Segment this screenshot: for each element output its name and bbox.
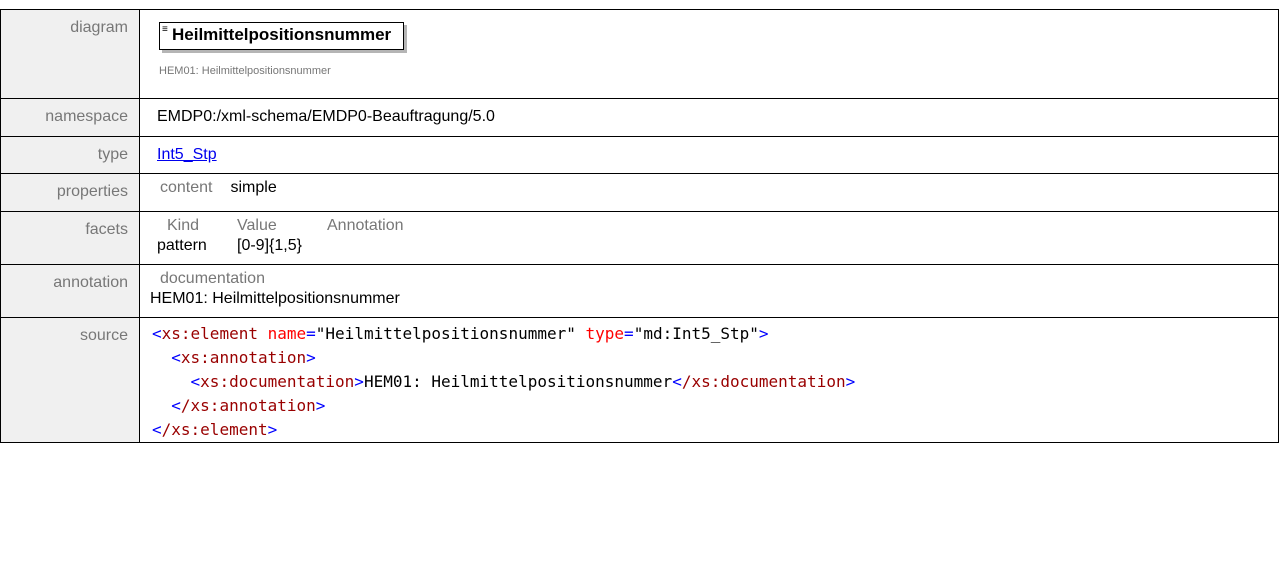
type-link[interactable]: Int5_Stp bbox=[157, 146, 217, 163]
row-label: facets bbox=[0, 211, 140, 265]
namespace-value: EMDP0:/xml-schema/EMDP0-Beauftragung/5.0 bbox=[139, 98, 1279, 137]
row-label: properties bbox=[0, 173, 140, 212]
row-facets: facets Kind Value Annotation pattern [0-… bbox=[0, 211, 1279, 265]
xml-source-code: <xs:element name="Heilmittelpositionsnum… bbox=[152, 322, 1278, 442]
facets-grid: Kind Value Annotation pattern [0-9]{1,5} bbox=[157, 216, 1278, 256]
row-properties: properties content simple bbox=[0, 173, 1279, 212]
facet-annotation bbox=[327, 236, 404, 256]
facet-header-annotation: Annotation bbox=[327, 217, 404, 234]
element-properties-table: diagram ≡ Heilmittelpositionsnummer HEM0… bbox=[0, 9, 1279, 443]
row-label: diagram bbox=[0, 9, 140, 99]
properties-grid: content simple bbox=[150, 178, 1278, 198]
row-label: annotation bbox=[0, 264, 140, 318]
property-value: simple bbox=[230, 179, 277, 196]
annotation-header: documentation bbox=[160, 270, 265, 287]
row-label: namespace bbox=[0, 98, 140, 137]
facets-cell: Kind Value Annotation pattern [0-9]{1,5} bbox=[139, 211, 1279, 265]
source-line-5: </xs:element> bbox=[152, 420, 278, 439]
facet-header-kind: Kind bbox=[167, 217, 200, 234]
facet-value: [0-9]{1,5} bbox=[237, 237, 302, 254]
annotation-cell: documentation HEM01: Heilmittelpositions… bbox=[139, 264, 1279, 318]
property-key: content bbox=[160, 179, 213, 196]
type-cell: Int5_Stp bbox=[139, 136, 1279, 174]
diagram-element-name: Heilmittelpositionsnummer bbox=[172, 25, 392, 44]
source-line-2: <xs:annotation> bbox=[171, 348, 316, 367]
element-diagram-box[interactable]: ≡ Heilmittelpositionsnummer bbox=[159, 22, 405, 50]
annotation-text: HEM01: Heilmittelpositionsnummer bbox=[150, 290, 400, 307]
row-namespace: namespace EMDP0:/xml-schema/EMDP0-Beauft… bbox=[0, 98, 1279, 137]
row-label: source bbox=[0, 317, 140, 443]
source-cell: <xs:element name="Heilmittelpositionsnum… bbox=[139, 317, 1279, 443]
facet-kind: pattern bbox=[157, 237, 207, 254]
row-diagram: diagram ≡ Heilmittelpositionsnummer HEM0… bbox=[0, 9, 1279, 99]
element-marker-icon: ≡ bbox=[162, 24, 168, 35]
row-annotation: annotation documentation HEM01: Heilmitt… bbox=[0, 264, 1279, 318]
row-type: type Int5_Stp bbox=[0, 136, 1279, 174]
facet-header-value: Value bbox=[237, 217, 277, 234]
source-line-4: </xs:annotation> bbox=[171, 396, 326, 415]
source-line-3: <xs:documentation>HEM01: Heilmittelposit… bbox=[190, 372, 856, 391]
diagram-annotation: HEM01: Heilmittelpositionsnummer bbox=[159, 65, 331, 77]
schema-doc-page: diagram ≡ Heilmittelpositionsnummer HEM0… bbox=[0, 0, 1279, 577]
diagram-cell: ≡ Heilmittelpositionsnummer HEM01: Heilm… bbox=[139, 9, 1279, 99]
properties-cell: content simple bbox=[139, 173, 1279, 212]
row-label: type bbox=[0, 136, 140, 174]
row-source: source <xs:element name="Heilmittelposit… bbox=[0, 317, 1279, 443]
source-line-1: <xs:element name="Heilmittelpositionsnum… bbox=[152, 324, 769, 343]
